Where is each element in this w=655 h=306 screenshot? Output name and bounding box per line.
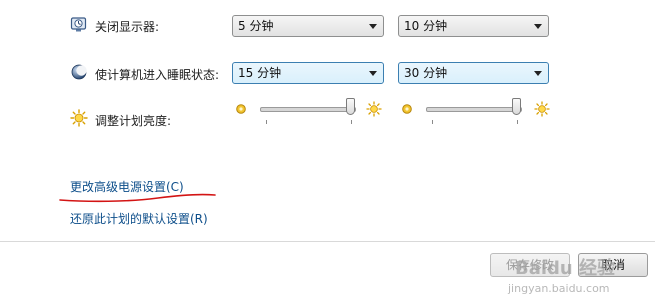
baidu-watermark-url: jingyan.baidu.com [508, 282, 610, 295]
restore-defaults-link[interactable]: 还原此计划的默认设置(R) [70, 210, 208, 227]
display-off-plugged-select[interactable]: 10 分钟 [398, 15, 549, 37]
brightness-battery-thumb[interactable] [346, 98, 355, 115]
sleep-battery-value: 15 分钟 [238, 66, 282, 80]
dim-sun-icon [235, 103, 247, 115]
chevron-down-icon [369, 24, 377, 29]
display-off-battery-value: 5 分钟 [238, 19, 274, 33]
sleep-plugged-value: 30 分钟 [404, 66, 448, 80]
turn-off-display-label: 关闭显示器: [95, 20, 160, 34]
brightness-label: 调整计划亮度: [95, 114, 172, 128]
sleep-label: 使计算机进入睡眠状态: [95, 68, 220, 82]
brightness-battery-slider[interactable] [260, 98, 356, 124]
chevron-down-icon [534, 71, 542, 76]
slider-tick [517, 120, 518, 124]
display-off-plugged-value: 10 分钟 [404, 19, 448, 33]
slider-tick [351, 120, 352, 124]
chevron-down-icon [534, 24, 542, 29]
sleep-moon-icon [70, 63, 88, 81]
brightness-plugged-thumb[interactable] [512, 98, 521, 115]
sleep-plugged-select[interactable]: 30 分钟 [398, 62, 549, 84]
monitor-icon [70, 16, 88, 34]
bright-sun-icon [534, 101, 550, 117]
slider-track [426, 107, 522, 112]
brightness-sun-icon [70, 109, 88, 127]
footer-divider [0, 241, 655, 242]
baidu-watermark-brand: Baidu 经验 [515, 258, 616, 279]
slider-tick [432, 120, 433, 124]
dim-sun-icon [401, 103, 413, 115]
chevron-down-icon [369, 71, 377, 76]
annotation-underline [58, 191, 218, 205]
slider-track [260, 107, 356, 112]
sleep-battery-select[interactable]: 15 分钟 [232, 62, 384, 84]
brightness-plugged-slider[interactable] [426, 98, 522, 124]
display-off-battery-select[interactable]: 5 分钟 [232, 15, 384, 37]
slider-tick [266, 120, 267, 124]
bright-sun-icon [366, 101, 382, 117]
